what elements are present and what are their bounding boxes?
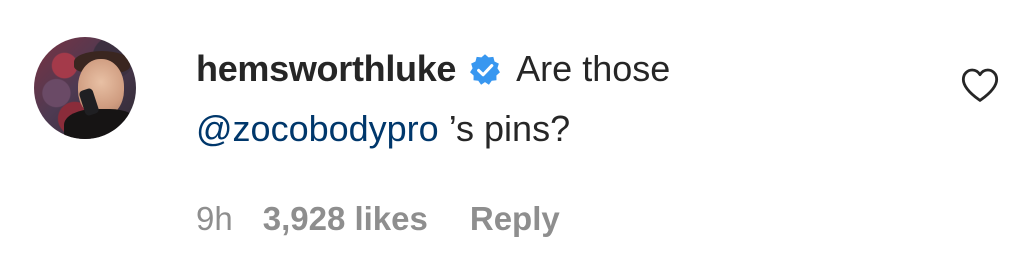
comment-text-start: Are those: [516, 48, 671, 89]
comment-text-end: ’s pins?: [448, 108, 571, 149]
comment-meta: 9h 3,928 likes Reply: [196, 198, 560, 240]
likes-count[interactable]: 3,928 likes: [263, 200, 428, 238]
username-link[interactable]: hemsworthluke: [196, 48, 456, 90]
avatar[interactable]: [34, 37, 136, 139]
mention-link[interactable]: @zocobodypro: [196, 108, 439, 150]
comment-second-line: @zocobodypro ’s pins?: [196, 106, 570, 152]
verified-badge-icon: [468, 53, 502, 87]
heart-outline-icon[interactable]: [960, 66, 1000, 104]
timestamp[interactable]: 9h: [196, 200, 233, 238]
reply-button[interactable]: Reply: [470, 200, 560, 238]
comment: hemsworthluke Are those @zocobodypro ’s …: [0, 0, 1024, 271]
avatar-shirt: [64, 109, 136, 139]
comment-first-line: hemsworthluke Are those: [196, 46, 670, 92]
